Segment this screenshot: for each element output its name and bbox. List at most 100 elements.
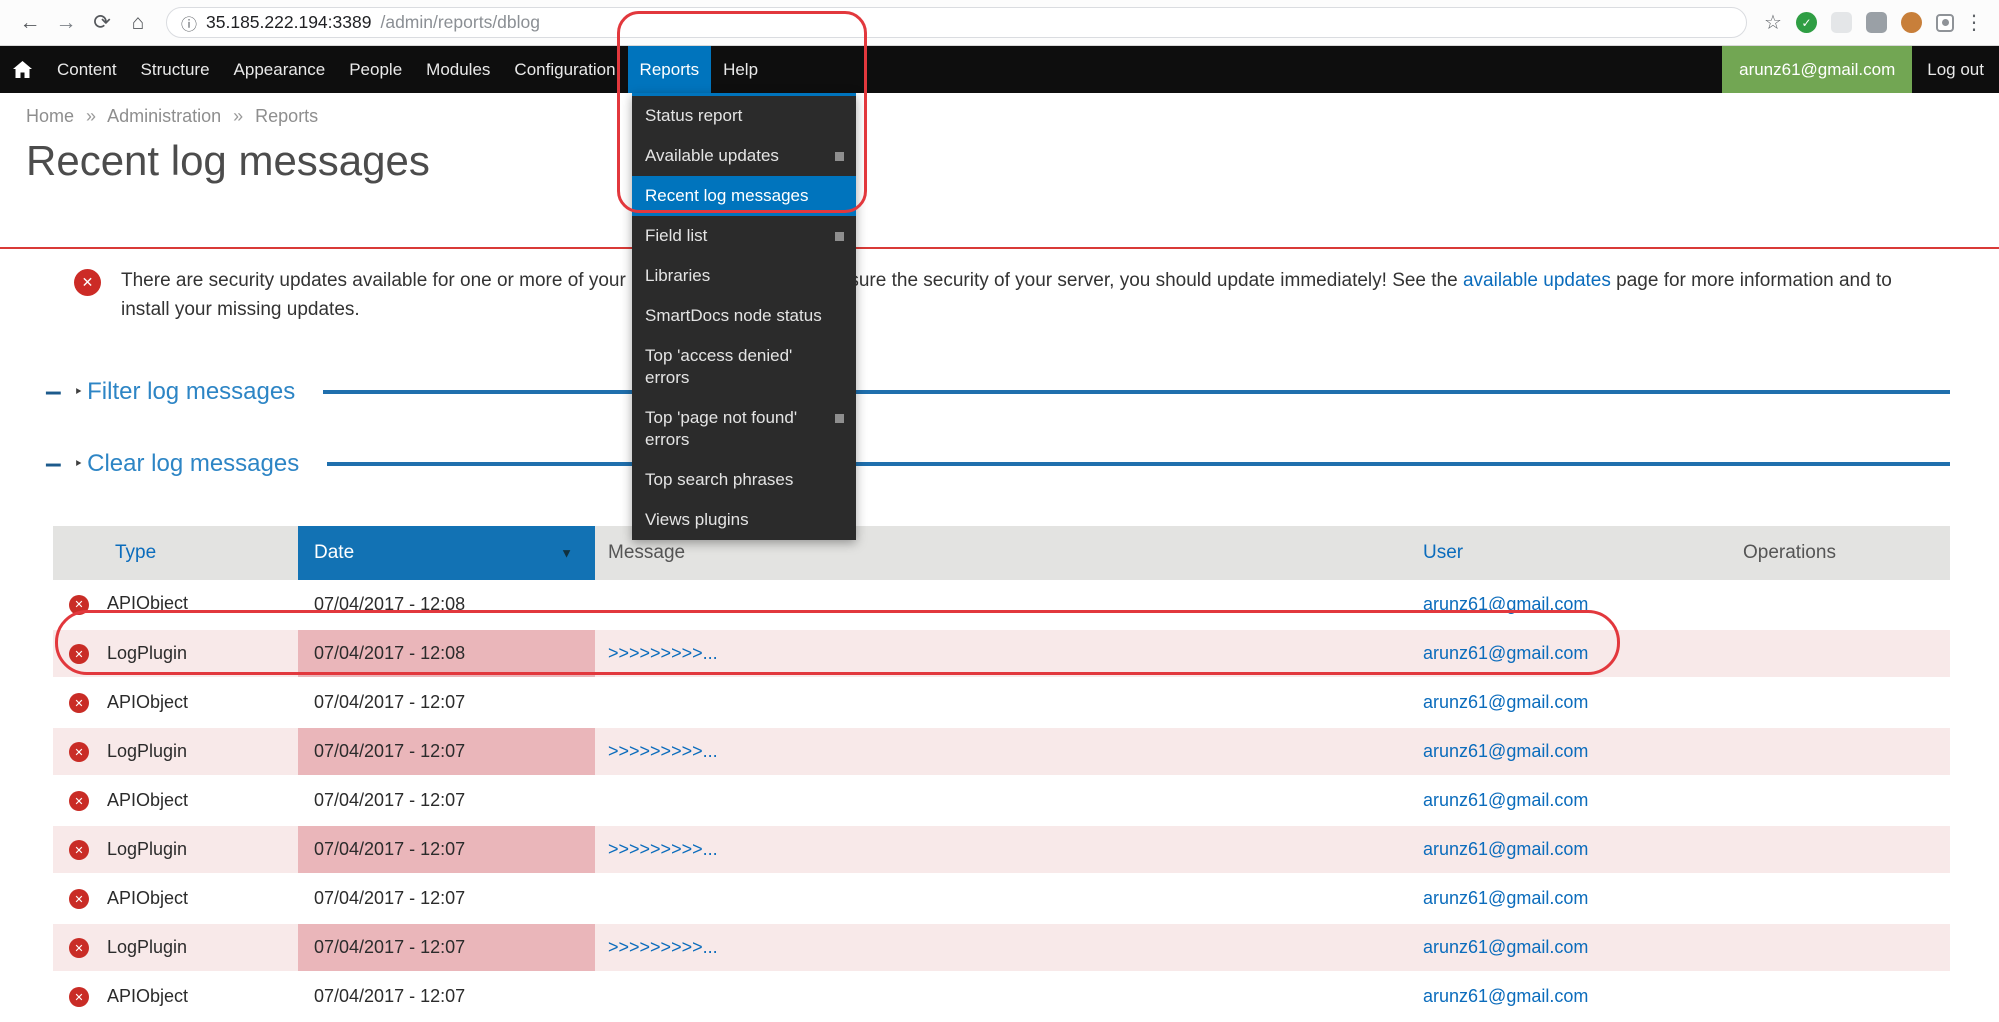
error-icon: ✕	[69, 693, 89, 713]
menu-item-smartdocs-node-status[interactable]: SmartDocs node status	[632, 296, 856, 336]
menu-item-available-updates[interactable]: Available updates	[632, 136, 856, 176]
log-message-link[interactable]: >>>>>>>>>...	[608, 741, 718, 761]
error-icon: ✕	[69, 938, 89, 958]
log-date: 07/04/2017 - 12:08	[298, 629, 595, 678]
toolbar-item-content[interactable]: Content	[45, 46, 129, 93]
menu-item-recent-log-messages[interactable]: Recent log messages	[632, 176, 856, 216]
breadcrumb-reports[interactable]: Reports	[255, 106, 318, 126]
extension-dim-icon[interactable]	[1831, 12, 1852, 33]
reload-icon[interactable]: ⟳	[84, 10, 120, 35]
table-row: ✕LogPlugin 07/04/2017 - 12:07 >>>>>>>>>.…	[53, 825, 1950, 874]
browser-menu-icon[interactable]: ⋮	[1961, 10, 1987, 35]
toolbar-item-reports[interactable]: Reports	[628, 46, 712, 93]
error-icon: ✕	[69, 595, 89, 615]
log-message-link[interactable]: >>>>>>>>>...	[608, 937, 718, 957]
fieldset-divider-line	[327, 462, 1950, 466]
menu-item-libraries[interactable]: Libraries	[632, 256, 856, 296]
toolbar-item-help[interactable]: Help	[711, 46, 770, 93]
user-link[interactable]: arunz61@gmail.com	[1423, 986, 1588, 1006]
bookmark-star-icon[interactable]: ☆	[1757, 10, 1789, 35]
menu-item-label: Field list	[645, 226, 707, 245]
table-row: ✕APIObject 07/04/2017 - 12:07 arunz61@gm…	[53, 972, 1950, 1021]
toolbar-item-structure[interactable]: Structure	[129, 46, 222, 93]
forward-icon[interactable]: →	[48, 11, 84, 35]
error-icon: ✕	[69, 840, 89, 860]
fieldset-label: Clear log messages	[87, 450, 299, 478]
log-operations	[1705, 629, 1950, 678]
submenu-badge-icon	[835, 152, 844, 161]
filter-fieldset-toggle[interactable]: – ‣ Filter log messages	[45, 378, 1950, 406]
url-bar[interactable]: ⓘ 35.185.222.194:3389 /admin/reports/dbl…	[166, 7, 1747, 38]
sort-type-link[interactable]: Type	[115, 542, 156, 563]
user-link[interactable]: arunz61@gmail.com	[1423, 937, 1588, 957]
user-link[interactable]: arunz61@gmail.com	[1423, 839, 1588, 859]
sort-user-link[interactable]: User	[1423, 542, 1463, 563]
header-message: Message	[608, 542, 685, 563]
breadcrumb-separator-icon: »	[233, 106, 243, 126]
extension-check-icon[interactable]: ✓	[1796, 12, 1817, 33]
toolbar-item-people[interactable]: People	[337, 46, 414, 93]
available-updates-link[interactable]: available updates	[1463, 270, 1611, 291]
logout-button[interactable]: Log out	[1912, 46, 1999, 93]
user-link[interactable]: arunz61@gmail.com	[1423, 643, 1588, 663]
log-type: LogPlugin	[107, 937, 187, 957]
toolbar-item-configuration[interactable]: Configuration	[502, 46, 627, 93]
log-date: 07/04/2017 - 12:07	[298, 727, 595, 776]
extension-orange-icon[interactable]	[1901, 12, 1922, 33]
table-row: ✕APIObject 07/04/2017 - 12:07 arunz61@gm…	[53, 776, 1950, 825]
user-link[interactable]: arunz61@gmail.com	[1423, 692, 1588, 712]
menu-item-status-report[interactable]: Status report	[632, 96, 856, 136]
extension-gray-icon[interactable]	[1866, 12, 1887, 33]
sort-date-link[interactable]: Date	[314, 542, 354, 563]
account-button[interactable]: arunz61@gmail.com	[1722, 46, 1912, 93]
menu-item-top-search-phrases[interactable]: Top search phrases	[632, 460, 856, 500]
admin-home-icon[interactable]	[0, 46, 45, 93]
page-header: Home » Administration » Reports Recent l…	[0, 93, 1999, 203]
collapse-dash-icon: –	[45, 383, 62, 401]
log-date: 07/04/2017 - 12:07	[298, 923, 595, 972]
info-icon[interactable]: ⓘ	[181, 11, 197, 35]
log-message-link[interactable]: >>>>>>>>>...	[608, 643, 718, 663]
table-row: ✕LogPlugin 07/04/2017 - 12:07 >>>>>>>>>.…	[53, 727, 1950, 776]
toolbar-item-modules[interactable]: Modules	[414, 46, 502, 93]
user-link[interactable]: arunz61@gmail.com	[1423, 741, 1588, 761]
user-link[interactable]: arunz61@gmail.com	[1423, 888, 1588, 908]
sort-desc-icon: ▼	[560, 546, 573, 561]
log-date: 07/04/2017 - 12:07	[298, 678, 595, 727]
extension-capture-icon[interactable]	[1936, 14, 1954, 32]
log-date: 07/04/2017 - 12:07	[298, 972, 595, 1021]
menu-item-top-page-not-found[interactable]: Top 'page not found' errors	[632, 398, 856, 460]
browser-home-icon[interactable]: ⌂	[120, 11, 156, 35]
log-operations	[1705, 874, 1950, 923]
error-icon: ✕	[69, 742, 89, 762]
table-header-row: Type Date ▼ Message User Operations	[53, 526, 1950, 580]
admin-toolbar: Content Structure Appearance People Modu…	[0, 46, 1999, 93]
menu-item-field-list[interactable]: Field list	[632, 216, 856, 256]
breadcrumb-administration[interactable]: Administration	[107, 106, 221, 126]
user-link[interactable]: arunz61@gmail.com	[1423, 790, 1588, 810]
log-operations	[1705, 678, 1950, 727]
table-row: ✕ LogPlugin 07/04/2017 - 12:07 >>>>>>>>>.…	[53, 923, 1950, 972]
menu-item-label: Top 'page not found' errors	[645, 408, 797, 449]
error-message-text: There are security updates available for…	[121, 266, 1939, 324]
menu-item-views-plugins[interactable]: Views plugins	[632, 500, 856, 540]
table-row: ✕LogPlugin 07/04/2017 - 12:08 >>>>>>>>>.…	[53, 629, 1950, 678]
user-link[interactable]: arunz61@gmail.com	[1423, 594, 1588, 614]
error-icon: ✕	[69, 987, 89, 1007]
clear-fieldset-toggle[interactable]: – ‣ Clear log messages	[45, 450, 1950, 478]
log-type: APIObject	[107, 888, 188, 908]
log-date: 07/04/2017 - 12:08	[298, 580, 595, 629]
breadcrumb-home[interactable]: Home	[26, 106, 74, 126]
back-icon[interactable]: ←	[12, 11, 48, 35]
url-host: 35.185.222.194:3389	[206, 12, 371, 33]
table-row: ✕APIObject 07/04/2017 - 12:08 arunz61@gm…	[53, 580, 1950, 629]
collapsed-arrow-icon: ‣	[74, 382, 83, 402]
menu-item-top-access-denied[interactable]: Top 'access denied' errors	[632, 336, 856, 398]
log-message-link[interactable]: >>>>>>>>>...	[608, 839, 718, 859]
toolbar-item-appearance[interactable]: Appearance	[222, 46, 338, 93]
error-icon: ✕	[74, 269, 101, 296]
toolbar-right: arunz61@gmail.com Log out	[1722, 46, 1999, 93]
log-date: 07/04/2017 - 12:07	[298, 874, 595, 923]
fieldset-divider-line	[323, 390, 1950, 394]
reports-dropdown-menu: Status report Available updates Recent l…	[632, 93, 856, 540]
